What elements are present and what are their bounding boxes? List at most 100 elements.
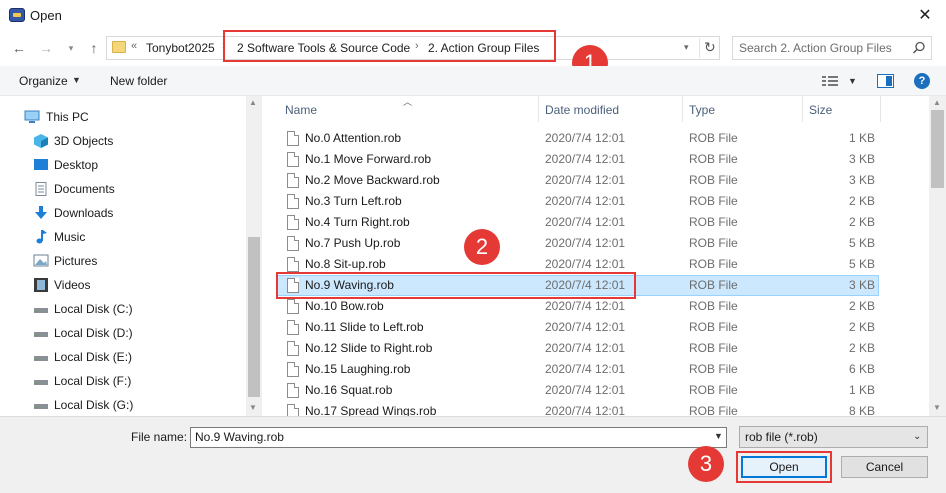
back-arrow-icon[interactable]: ← [9,38,29,58]
file-type-chevron-icon[interactable]: ⌄ [913,431,921,442]
film-icon [34,278,48,292]
organize-button[interactable]: Organize [19,74,68,88]
file-row[interactable]: No.4 Turn Right.rob 2020/7/4 12:01 ROB Fil… [277,212,879,233]
sidebar-item-this-pc[interactable]: This PC [0,105,245,129]
file-type: ROB File [689,383,738,397]
column-header-type[interactable]: Type [689,103,715,117]
search-icon[interactable] [912,41,926,55]
sidebar-item-pictures[interactable]: Pictures [0,249,245,273]
computer-icon [24,110,40,123]
sidebar-item-local-disk-g[interactable]: Local Disk (G:) [0,393,245,417]
file-size: 1 KB [848,383,875,397]
file-row[interactable]: No.16 Squat.rob 2020/7/4 12:01 ROB File 1 K… [277,380,879,401]
sidebar-item-downloads[interactable]: Downloads [0,201,245,225]
scroll-down-icon[interactable]: ▼ [249,403,257,412]
file-row[interactable]: No.11 Slide to Left.rob 2020/7/4 12:01 ROB… [277,317,879,338]
file-row[interactable]: No.2 Move Backward.rob 2020/7/4 12:01 ROB … [277,170,879,191]
file-name: No.15 Laughing.rob [305,362,411,376]
up-arrow-icon[interactable]: ↑ [84,38,104,58]
cancel-button[interactable]: Cancel [841,456,928,478]
sidebar-item-label: Local Disk (C:) [54,302,133,316]
sidebar-item-documents[interactable]: Documents [0,177,245,201]
file-icon [287,341,299,356]
file-type: ROB File [689,194,738,208]
forward-arrow-icon[interactable]: → [36,38,56,58]
sidebar-item-3d-objects[interactable]: 3D Objects [0,129,245,153]
close-icon[interactable]: ✕ [912,4,938,28]
file-icon [287,383,299,398]
preview-pane-icon[interactable] [877,74,894,88]
file-name-value[interactable]: No.9 Waving.rob [195,430,284,444]
column-divider[interactable] [880,96,881,122]
file-row[interactable]: No.7 Push Up.rob 2020/7/4 12:01 ROB File 5 … [277,233,879,254]
view-options-icon[interactable] [822,75,840,87]
file-row[interactable]: No.12 Slide to Right.rob 2020/7/4 12:01 RO… [277,338,879,359]
view-chevron-icon[interactable]: ▼ [848,76,857,86]
sidebar-item-local-disk-e[interactable]: Local Disk (E:) [0,345,245,369]
column-divider[interactable] [682,96,683,122]
file-size: 3 KB [848,278,875,292]
sort-ascending-icon: ︿ [403,97,413,107]
column-divider[interactable] [802,96,803,122]
file-date: 2020/7/4 12:01 [545,236,626,250]
sidebar-item-label: Local Disk (G:) [54,398,134,412]
address-dropdown-chevron-icon[interactable]: ▾ [684,42,689,53]
column-header-size[interactable]: Size [809,103,832,117]
file-type-value[interactable]: rob file (*.rob) [745,430,818,444]
file-icon [287,362,299,377]
file-row[interactable]: No.10 Bow.rob 2020/7/4 12:01 ROB File 2 KB [277,296,879,317]
highlight-box-selected-file [276,272,636,299]
sidebar-item-label: Documents [54,182,115,196]
file-list-scroll-thumb[interactable] [931,110,944,188]
annotation-badge-2: 2 [464,229,500,265]
sidebar-item-label: Videos [54,278,91,292]
file-row[interactable]: No.3 Turn Left.rob 2020/7/4 12:01 ROB File… [277,191,879,212]
sidebar-item-local-disk-d[interactable]: Local Disk (D:) [0,321,245,345]
sidebar-item-videos[interactable]: Videos [0,273,245,297]
search-input[interactable]: Search 2. Action Group Files [739,41,892,55]
scroll-up-icon[interactable]: ▲ [249,98,257,107]
scroll-up-icon[interactable]: ▲ [933,98,941,107]
sidebar-item-music[interactable]: Music [0,225,245,249]
sidebar-item-desktop[interactable]: Desktop [0,153,245,177]
sidebar-scroll-thumb[interactable] [248,237,260,397]
file-name: No.7 Push Up.rob [305,236,401,250]
address-divider [699,38,700,58]
sidebar-item-local-disk-f[interactable]: Local Disk (F:) [0,369,245,393]
sidebar-item-local-disk-c[interactable]: Local Disk (C:) [0,297,245,321]
file-date: 2020/7/4 12:01 [545,341,626,355]
organize-chevron-icon[interactable]: ▼ [72,75,81,85]
file-date: 2020/7/4 12:01 [545,152,626,166]
file-size: 3 KB [848,152,875,166]
file-row[interactable]: No.1 Move Forward.rob 2020/7/4 12:01 ROB F… [277,149,879,170]
recent-locations-chevron-icon[interactable]: ▾ [61,38,81,58]
file-name: No.17 Spread Wings.rob [305,404,437,416]
breadcrumb-tonybot2025[interactable]: Tonybot2025 [146,41,215,55]
sidebar-item-label: Downloads [54,206,114,220]
file-row[interactable]: No.17 Spread Wings.rob 2020/7/4 12:01 ROB … [277,401,879,416]
file-name-chevron-icon[interactable]: ▼ [714,431,723,441]
breadcrumb-overflow[interactable]: « [131,40,137,52]
file-size: 6 KB [848,362,875,376]
drive-icon [34,380,48,385]
annotation-badge-3: 3 [688,446,724,482]
scroll-down-icon[interactable]: ▼ [933,403,941,412]
help-icon[interactable]: ? [914,73,930,89]
file-icon [287,215,299,230]
drive-icon [34,308,48,313]
cube-icon [34,134,48,148]
desktop-icon [34,159,48,170]
column-header-date-modified[interactable]: Date modified [545,103,619,117]
file-name: No.12 Slide to Right.rob [305,341,433,355]
column-divider[interactable] [538,96,539,122]
file-type: ROB File [689,173,738,187]
file-row[interactable]: No.15 Laughing.rob 2020/7/4 12:01 ROB File… [277,359,879,380]
file-size: 1 KB [848,131,875,145]
new-folder-button[interactable]: New folder [110,74,167,88]
file-size: 2 KB [848,194,875,208]
refresh-icon[interactable]: ↻ [704,39,716,56]
title-bar [0,0,946,32]
file-icon [287,404,299,416]
file-row[interactable]: No.0 Attention.rob 2020/7/4 12:01 ROB File… [277,128,879,149]
column-header-name[interactable]: Name [285,103,317,117]
